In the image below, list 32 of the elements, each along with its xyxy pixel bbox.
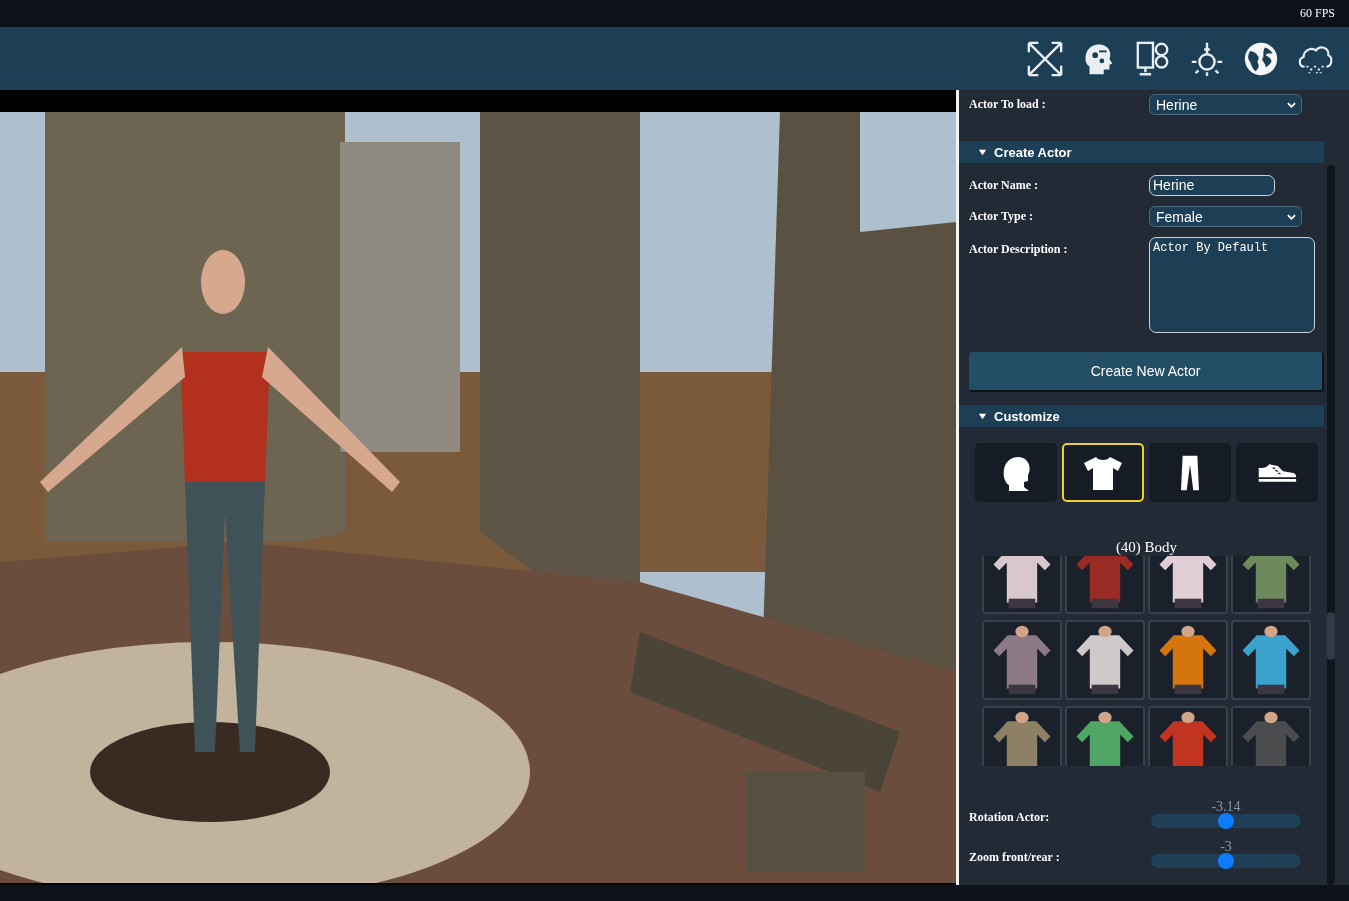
field-label: Actor Type :: [969, 209, 1034, 224]
actor-select[interactable]: Herine: [1149, 94, 1302, 115]
description-field[interactable]: Actor By Default: [1149, 237, 1315, 333]
slider-thumb[interactable]: [1218, 853, 1234, 869]
scrollbar[interactable]: [1327, 165, 1335, 885]
category-tab[interactable]: [1062, 443, 1144, 502]
chevron-down-icon: [1287, 101, 1296, 108]
field-label: Actor Name :: [969, 178, 1040, 193]
chevron-down-icon: [1287, 213, 1296, 220]
slider-label: Rotation Actor:: [969, 810, 1051, 826]
category-tab[interactable]: [1236, 443, 1318, 502]
create-actor-button[interactable]: Create New Actor: [969, 352, 1324, 392]
field-label: Actor To load :: [969, 97, 1047, 112]
fps-counter: 60 FPS: [1299, 6, 1335, 21]
slider-thumb[interactable]: [1218, 813, 1234, 829]
category-tab[interactable]: [975, 443, 1057, 502]
field-label: Actor Description :: [969, 241, 1069, 257]
slider-track[interactable]: [1151, 854, 1301, 868]
slider-value: -3: [1220, 840, 1232, 854]
triangle-icon: [978, 411, 987, 421]
section-header[interactable]: Customize: [959, 405, 1324, 427]
category-title: (40) Body: [1114, 538, 1179, 556]
name-field[interactable]: Herine: [1149, 175, 1275, 196]
slider-label: Zoom front/rear :: [969, 850, 1061, 866]
slider-value: -3.14: [1211, 800, 1241, 814]
category-tab[interactable]: [1149, 443, 1231, 502]
shirt-icon: [1083, 454, 1123, 491]
section-header[interactable]: Create Actor: [959, 141, 1324, 163]
type-select[interactable]: Female: [1149, 206, 1302, 227]
slider-track[interactable]: [1151, 814, 1301, 828]
triangle-icon: [978, 147, 987, 157]
expand-icon[interactable]: [1026, 39, 1064, 78]
